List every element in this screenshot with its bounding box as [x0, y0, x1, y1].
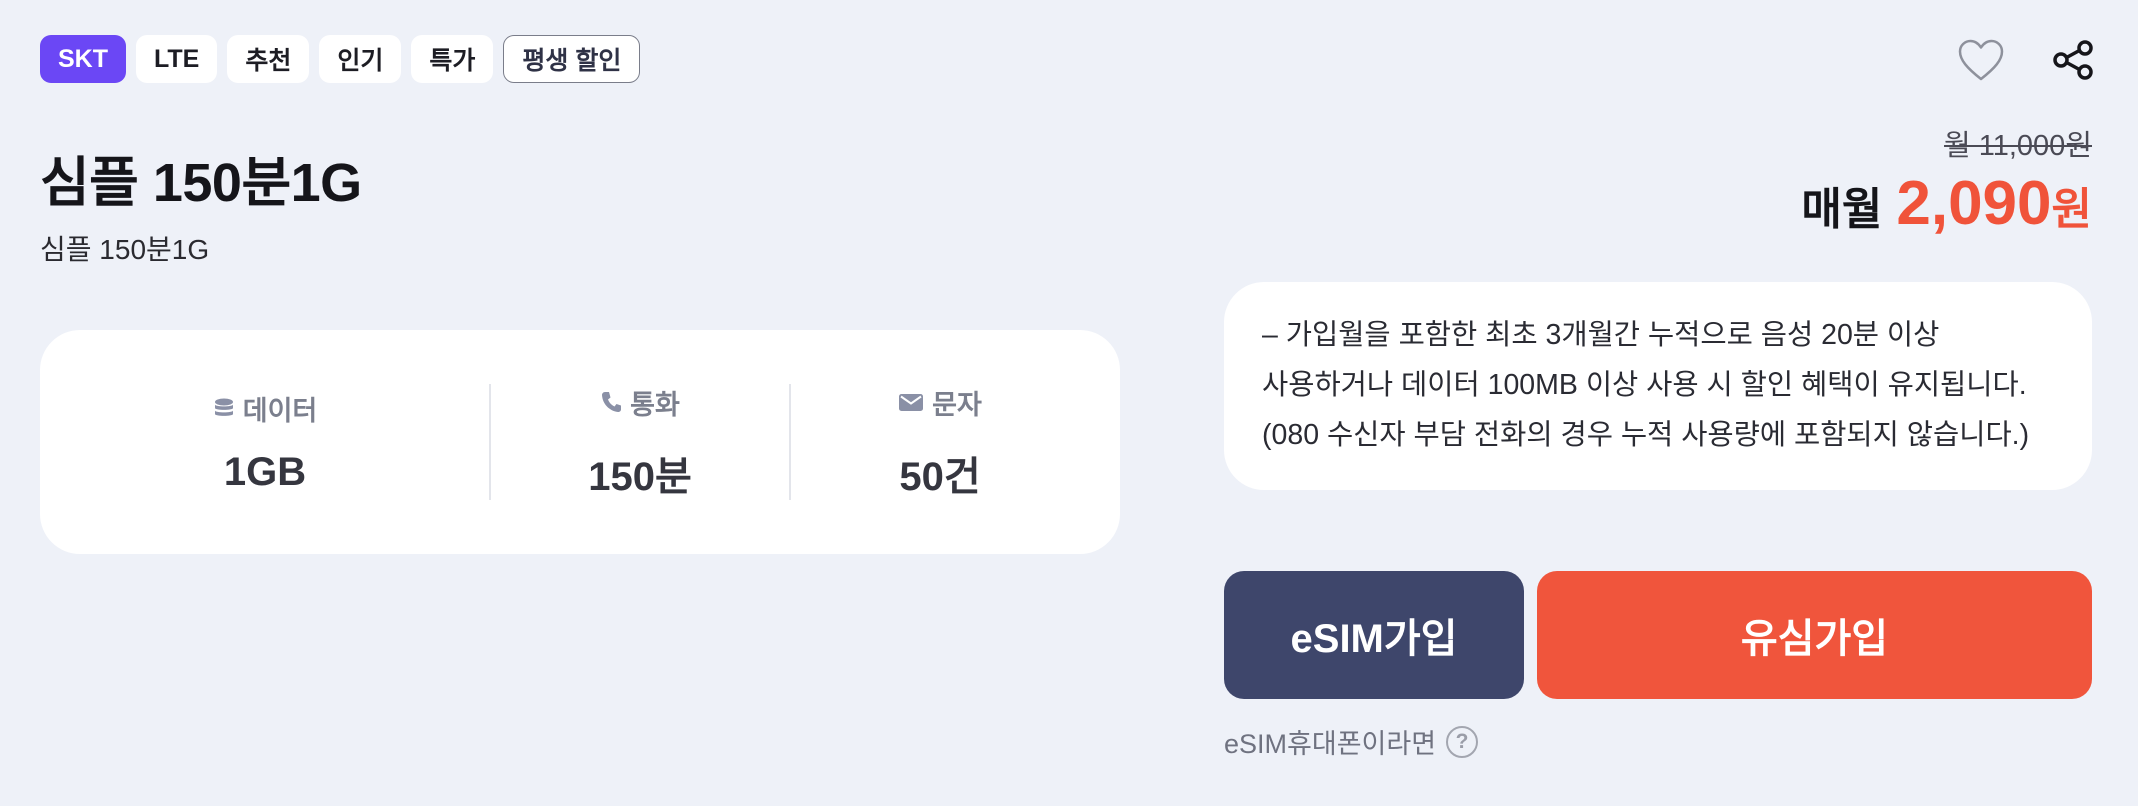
spec-sms-value: 50건 — [899, 454, 981, 499]
network-tag: LTE — [136, 35, 218, 83]
lifetime-discount-tag: 평생 할인 — [503, 35, 641, 83]
share-icon — [2053, 40, 2093, 80]
spec-call-value: 150분 — [588, 454, 692, 499]
recommended-tag: 추천 — [227, 35, 310, 83]
spec-call: 통화 150분 — [490, 330, 790, 554]
plan-detail-page: SKT LTE 추천 인기 특가 평생 할인 심플 150분1G 심플 150분… — [0, 0, 2138, 806]
tag-list: SKT LTE 추천 인기 특가 평생 할인 — [40, 35, 641, 83]
plan-title: 심플 150분1G — [40, 153, 362, 213]
usim-signup-button[interactable]: 유심가입 — [1537, 571, 2092, 699]
phone-icon — [602, 392, 622, 412]
esim-signup-button[interactable]: eSIM가입 — [1224, 571, 1524, 699]
notice-line: (080 수신자 부담 전화의 경우 누적 사용량에 포함되지 않습니다.) — [1262, 419, 2030, 451]
spec-card: 데이터 1GB 통화 150분 문자 50건 — [40, 330, 1120, 554]
database-icon — [214, 398, 233, 416]
current-price: 매월 2,090 원 — [1801, 168, 2092, 239]
carrier-tag: SKT — [40, 35, 126, 83]
spec-data-value: 1GB — [223, 450, 307, 494]
spec-data: 데이터 1GB — [40, 330, 490, 554]
discount-notice: – 가입월을 포함한 최초 3개월간 누적으로 음성 20분 이상 사용하거나 … — [1224, 282, 2092, 490]
original-price: 월 11,000원 — [1944, 130, 2092, 162]
action-buttons — [1956, 35, 2098, 85]
esim-help-text: eSIM휴대폰이라면 — [1224, 729, 1437, 759]
envelope-icon — [899, 394, 924, 411]
special-tag: 특가 — [411, 35, 494, 83]
spec-call-label: 통화 — [630, 389, 680, 420]
share-button[interactable] — [2048, 35, 2098, 85]
heart-outline-icon — [1958, 39, 2004, 81]
plan-subtitle: 심플 150분1G — [40, 234, 210, 265]
popular-tag: 인기 — [319, 35, 402, 83]
current-price-unit: 원 — [2051, 185, 2092, 234]
spec-sms-label: 문자 — [932, 389, 982, 420]
favorite-button[interactable] — [1956, 35, 2006, 85]
current-price-label: 매월 — [1801, 185, 1883, 234]
notice-line: – 가입월을 포함한 최초 3개월간 누적으로 음성 20분 이상 — [1262, 319, 1940, 351]
notice-line: 사용하거나 데이터 100MB 이상 사용 시 할인 혜택이 유지됩니다. — [1262, 369, 2027, 401]
spec-data-label: 데이터 — [242, 396, 318, 426]
question-circle-icon: ? — [1446, 725, 1479, 758]
esim-help-link[interactable]: eSIM휴대폰이라면 ? — [1224, 722, 1479, 761]
price-block: 월 11,000원 매월 2,090 원 — [1801, 122, 2092, 239]
spec-sms: 문자 50건 — [790, 330, 1090, 554]
current-price-value: 2,090 — [1896, 169, 2052, 238]
